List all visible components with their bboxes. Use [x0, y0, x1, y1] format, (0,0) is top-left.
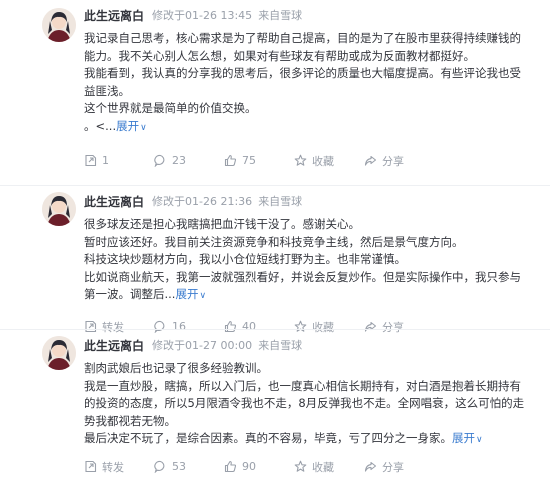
thumbs-up-icon	[224, 155, 237, 167]
edited-time[interactable]: 修改于01-27 00:00	[152, 337, 252, 353]
post-line: 我是一直炒股，瞎搞，所以入门后，也一度真心相信长期持有，对白酒是抱着长期持有	[84, 378, 521, 393]
like-button[interactable]: 90	[224, 460, 294, 473]
post-1: 此生远离白 修改于01-26 13:45 来自雪球 我记录自己思考，核心需求是为…	[0, 0, 550, 185]
star-icon	[294, 154, 307, 166]
expand-link[interactable]: 展开∨	[452, 431, 483, 445]
favorite-button[interactable]: 收藏	[294, 153, 364, 169]
post-line: 暂时应该还好。我目前关注资源竞争和科技竞争主线，然后是景气度方向。	[84, 234, 464, 249]
retweet-icon	[85, 461, 97, 473]
post-2: 此生远离白 修改于01-26 21:36 来自雪球 很多球友还是担心我瞎搞把血汗…	[0, 185, 550, 334]
expand-link[interactable]: 展开∨	[175, 287, 206, 301]
post-body: 很多球友还是担心我瞎搞把血汗钱干没了。感谢关心。 暂时应该还好。我目前关注资源竞…	[84, 216, 534, 306]
share-label: 分享	[382, 154, 404, 168]
author-name[interactable]: 此生远离白	[84, 337, 144, 354]
star-icon	[294, 461, 307, 473]
chevron-down-icon: ∨	[140, 122, 147, 133]
post-line: 能力。我不关心别人怎么想，如果对有些球友有帮助或成为反面教材都挺好。	[84, 48, 475, 63]
retweet-count: 1	[102, 154, 109, 168]
avatar[interactable]	[42, 8, 76, 42]
expand-link[interactable]: 展开∨	[116, 119, 147, 133]
post-line: 第一波。调整后...	[84, 287, 176, 302]
edited-time[interactable]: 修改于01-26 13:45	[152, 7, 252, 23]
favorite-label: 收藏	[312, 460, 334, 474]
comment-icon	[154, 155, 165, 168]
chevron-down-icon: ∨	[476, 435, 483, 446]
post-meta: 此生远离白 修改于01-26 21:36 来自雪球	[84, 186, 534, 216]
post-line: 我能看到，我认真的分享我的思考后，很多评论的质量也大幅度提高。有些评论我也受	[84, 66, 521, 81]
thumbs-up-icon	[224, 461, 237, 473]
post-line: 比如说商业航天，我第一波就强烈看好，并说会反复炒作。但是实际操作中，我只参与	[84, 269, 521, 284]
post-line: 我记录自己思考，核心需求是为了帮助自己提高，目的是为了在股市里获得持续赚钱的	[84, 31, 521, 45]
comment-button[interactable]: 53	[154, 460, 224, 474]
post-body: 割肉武娘后也记录了很多经验教训。 我是一直炒股，瞎搞，所以入门后，也一度真心相信…	[84, 360, 534, 450]
like-button[interactable]: 75	[224, 154, 294, 167]
post-line: 割肉武娘后也记录了很多经验教训。	[84, 361, 268, 375]
edited-time[interactable]: 修改于01-26 21:36	[152, 193, 252, 209]
share-button[interactable]: 分享	[364, 153, 434, 169]
author-name[interactable]: 此生远离白	[84, 193, 144, 210]
post-source: 来自雪球	[258, 9, 303, 22]
post-line: 益匪浅。	[84, 83, 130, 98]
share-icon	[364, 156, 377, 166]
retweet-label: 转发	[102, 460, 124, 474]
avatar[interactable]	[42, 336, 76, 370]
retweet-button[interactable]: 1	[84, 154, 154, 167]
retweet-icon	[85, 155, 97, 167]
post-source: 来自雪球	[258, 195, 303, 208]
post-line: 的投资的态度，所以5月限酒令我也不走，8月反弹我也不走。全网唱衰，这么可怕的走	[84, 396, 525, 411]
post-body: 我记录自己思考，核心需求是为了帮助自己提高，目的是为了在股市里获得持续赚钱的 能…	[84, 30, 534, 138]
expand-label: 展开	[116, 118, 140, 133]
retweet-button[interactable]: 转发	[84, 459, 154, 475]
post-line: 势我都视若无物。	[84, 413, 176, 428]
chevron-down-icon: ∨	[199, 291, 207, 302]
share-icon	[364, 462, 377, 473]
post-meta: 此生远离白 修改于01-27 00:00 来自雪球	[84, 330, 534, 360]
post-tail: 。<...	[84, 118, 117, 133]
expand-label: 展开	[175, 287, 199, 302]
comment-icon	[154, 461, 165, 474]
favorite-button[interactable]: 收藏	[294, 459, 364, 475]
post-line: 最后决定不玩了，是综合因素。真的不容易，毕竟，亏了四分之一身家。	[84, 431, 452, 446]
post-line: 这个世界就是最简单的价值交换。	[84, 101, 257, 116]
post-3: 此生远离白 修改于01-27 00:00 来自雪球 割肉武娘后也记录了很多经验教…	[0, 329, 550, 474]
action-bar: 转发 53 90 收藏 分享	[84, 450, 534, 484]
avatar[interactable]	[42, 192, 76, 226]
share-label: 分享	[382, 460, 404, 474]
author-name[interactable]: 此生远离白	[84, 7, 144, 24]
favorite-label: 收藏	[312, 154, 334, 168]
action-bar: 1 23 75 收藏 分享	[84, 144, 534, 178]
comment-count: 53	[172, 460, 186, 474]
like-count: 75	[242, 154, 256, 168]
post-line: 很多球友还是担心我瞎搞把血汗钱干没了。感谢关心。	[84, 217, 360, 231]
comment-count: 23	[172, 154, 186, 168]
like-count: 90	[242, 460, 256, 474]
post-source: 来自雪球	[258, 339, 303, 352]
share-button[interactable]: 分享	[364, 459, 434, 475]
comment-button[interactable]: 23	[154, 154, 224, 168]
post-line: 科技这块炒题材方向，我以小仓位短线打野为主。也非常谨慎。	[84, 252, 406, 267]
post-meta: 此生远离白 修改于01-26 13:45 来自雪球	[84, 0, 534, 30]
expand-label: 展开	[452, 431, 475, 446]
